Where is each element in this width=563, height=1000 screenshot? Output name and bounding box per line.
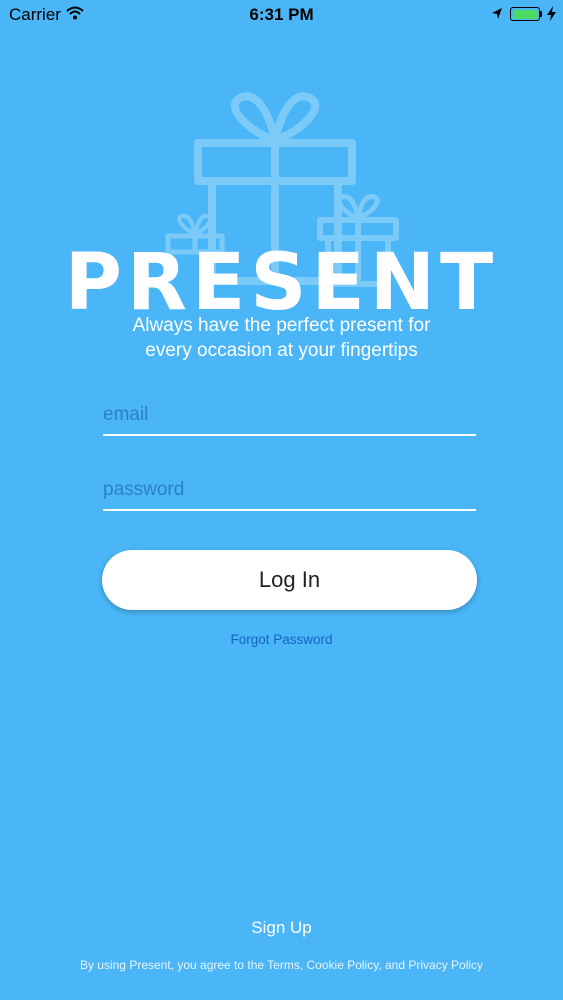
password-input[interactable] (103, 473, 476, 507)
forgot-password-link[interactable]: Forgot Password (0, 632, 563, 647)
location-arrow-icon (491, 7, 503, 25)
battery-cap (540, 11, 542, 17)
sign-up-link[interactable]: Sign Up (0, 918, 563, 938)
battery-icon (510, 7, 540, 21)
status-time: 6:31 PM (249, 5, 314, 24)
charging-bolt-icon (547, 6, 556, 26)
battery-fill (512, 9, 538, 19)
password-field[interactable] (103, 473, 476, 511)
login-button[interactable]: Log In (102, 550, 477, 610)
email-field[interactable] (103, 398, 476, 436)
terms-text: By using Present, you agree to the Terms… (79, 958, 484, 972)
email-input[interactable] (103, 398, 476, 432)
status-bar: Carrier 6:31 PM (0, 0, 563, 30)
tagline-line-2: every occasion at your fingertips (145, 340, 418, 361)
tagline-line-1: Always have the perfect present for (132, 315, 431, 336)
tagline: Always have the perfect present for ever… (0, 313, 563, 363)
